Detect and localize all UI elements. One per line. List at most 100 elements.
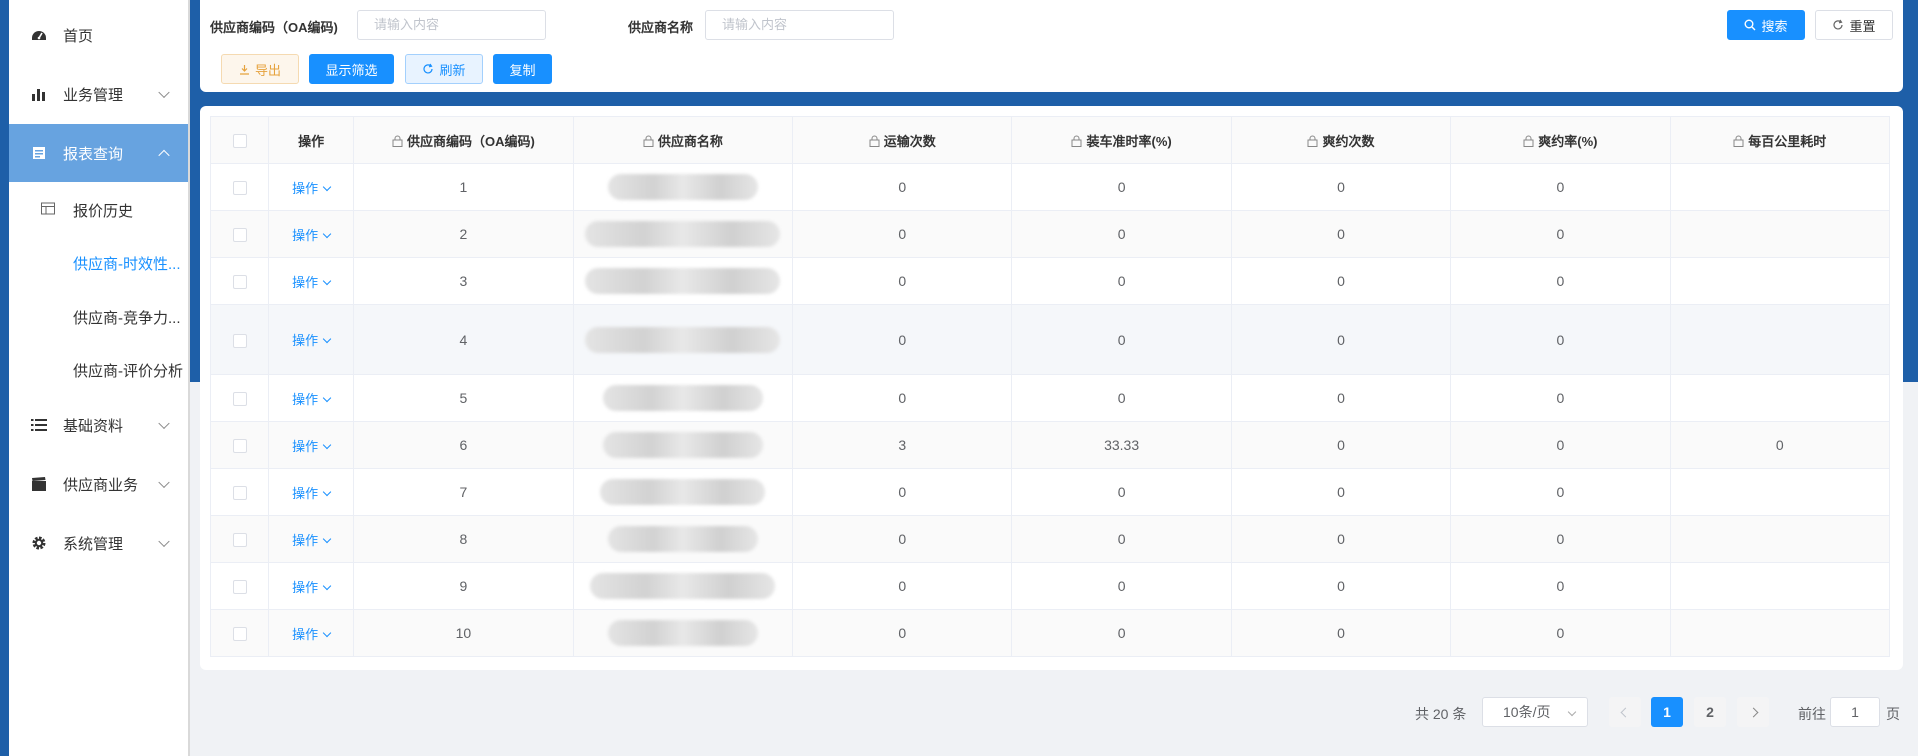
col-header-noshow-rate[interactable]: 爽约率(%) <box>1450 116 1671 164</box>
row-checkbox[interactable] <box>232 439 247 454</box>
cell-name <box>572 257 794 305</box>
row-select-cell <box>209 210 270 258</box>
page-2-button[interactable]: 2 <box>1694 697 1726 727</box>
sub-item-competitiveness[interactable]: 供应商-竞争力... <box>9 290 188 344</box>
search-button[interactable]: 搜索 <box>1727 10 1805 40</box>
lock-icon <box>869 135 880 147</box>
row-actions-label: 操作 <box>292 485 319 501</box>
row-actions-dropdown[interactable]: 操作 <box>292 333 332 348</box>
cell-time-per-100km <box>1669 163 1891 211</box>
row-actions-dropdown[interactable]: 操作 <box>292 533 332 548</box>
row-checkbox[interactable] <box>232 392 247 407</box>
row-checkbox[interactable] <box>232 533 247 548</box>
redacted-name <box>602 385 763 411</box>
search-icon <box>1744 19 1756 31</box>
row-actions-dropdown[interactable]: 操作 <box>292 181 332 196</box>
nav-home-label: 首页 <box>63 27 94 45</box>
row-checkbox[interactable] <box>232 228 247 243</box>
cell-trips: 0 <box>792 163 1013 211</box>
chevron-down-icon <box>322 393 332 402</box>
row-actions-dropdown[interactable]: 操作 <box>292 228 332 243</box>
cell-ontime-rate: 0 <box>1011 374 1232 422</box>
export-button[interactable]: 导出 <box>221 54 299 84</box>
col-header-trips[interactable]: 运输次数 <box>792 116 1013 164</box>
download-icon <box>239 64 249 75</box>
col-header-ontime[interactable]: 装车准时率(%) <box>1011 116 1232 164</box>
copy-button-label: 复制 <box>509 62 536 78</box>
page-1-button[interactable]: 1 <box>1651 697 1683 727</box>
row-select-cell <box>209 374 270 422</box>
nav-reports[interactable]: 报表查询 <box>9 124 188 182</box>
col-header-label: 爽约率(%) <box>1538 133 1598 149</box>
next-page-button[interactable] <box>1737 697 1769 727</box>
cell-name <box>572 421 794 469</box>
table-row: 操作 4 0 0 0 0 <box>209 304 1891 375</box>
nav-system[interactable]: 系统管理 <box>9 514 188 572</box>
sub-item-quote-history[interactable]: 报价历史 <box>9 183 188 237</box>
copy-button[interactable]: 复制 <box>493 54 552 84</box>
table-row: 操作 3 0 0 0 0 <box>209 257 1891 305</box>
row-actions-label: 操作 <box>292 333 319 348</box>
row-actions-cell: 操作 <box>268 421 355 469</box>
sub-item-label: 供应商-评价分析 <box>73 362 183 380</box>
sub-item-label: 报价历史 <box>73 202 134 220</box>
row-checkbox[interactable] <box>232 333 247 348</box>
cell-noshow-rate: 0 <box>1450 257 1671 305</box>
page-size-select[interactable]: 10条/页 <box>1482 697 1588 727</box>
row-checkbox[interactable] <box>232 181 247 196</box>
col-header-noshow[interactable]: 爽约次数 <box>1230 116 1452 164</box>
reset-button[interactable]: 重置 <box>1815 10 1893 40</box>
cell-trips: 0 <box>792 609 1013 657</box>
row-actions-dropdown[interactable]: 操作 <box>292 485 332 501</box>
select-all-checkbox[interactable] <box>232 133 247 148</box>
col-header-name[interactable]: 供应商名称 <box>572 116 794 164</box>
refresh-button[interactable]: 刷新 <box>405 54 483 84</box>
sub-item-timeliness[interactable]: 供应商-时效性... <box>9 236 188 290</box>
cell-trips: 0 <box>792 468 1013 516</box>
row-actions-dropdown[interactable]: 操作 <box>292 392 332 407</box>
redacted-name <box>600 479 766 505</box>
row-actions-cell: 操作 <box>268 163 355 211</box>
row-select-cell <box>209 257 270 305</box>
supplier-name-input[interactable]: 请输入内容 <box>705 10 894 40</box>
cell-name <box>572 163 794 211</box>
list-icon <box>29 415 49 435</box>
table-header-row: 操作 供应商编码（OA编码) 供应商名称 运输次数 装车准时率(%) 爽约次数 … <box>209 116 1891 164</box>
row-checkbox[interactable] <box>232 486 247 501</box>
nav-business[interactable]: 业务管理 <box>9 65 188 123</box>
row-checkbox[interactable] <box>232 275 247 290</box>
row-actions-cell: 操作 <box>268 562 355 610</box>
row-select-cell <box>209 304 270 375</box>
cell-code: 4 <box>353 304 574 375</box>
cell-noshow: 0 <box>1230 304 1452 375</box>
col-header-time-per-100km[interactable]: 每百公里耗时 <box>1669 116 1891 164</box>
cell-code: 5 <box>353 374 574 422</box>
supplier-code-input[interactable]: 请输入内容 <box>357 10 546 40</box>
row-actions-dropdown[interactable]: 操作 <box>292 580 332 595</box>
table-icon <box>41 202 55 219</box>
refresh-icon <box>1833 19 1844 30</box>
row-actions-label: 操作 <box>292 438 319 454</box>
goto-page-input[interactable]: 1 <box>1830 697 1880 727</box>
row-select-cell <box>209 421 270 469</box>
nav-home[interactable]: 首页 <box>9 6 188 64</box>
col-header-code[interactable]: 供应商编码（OA编码) <box>353 116 574 164</box>
clapper-icon <box>29 474 49 494</box>
nav-basic-data[interactable]: 基础资料 <box>9 396 188 454</box>
refresh-icon <box>423 63 434 74</box>
row-checkbox[interactable] <box>232 580 247 595</box>
row-actions-dropdown[interactable]: 操作 <box>292 627 332 642</box>
nav-supplier-business[interactable]: 供应商业务 <box>9 455 188 513</box>
supplier-code-label: 供应商编码（OA编码) <box>210 20 338 35</box>
cell-noshow: 0 <box>1230 163 1452 211</box>
prev-page-button[interactable] <box>1609 697 1641 727</box>
sub-item-evaluation[interactable]: 供应商-评价分析 <box>9 343 188 397</box>
nav-business-label: 业务管理 <box>63 86 124 104</box>
row-actions-dropdown[interactable]: 操作 <box>292 275 332 290</box>
row-actions-dropdown[interactable]: 操作 <box>292 438 332 454</box>
row-actions-cell: 操作 <box>268 257 355 305</box>
show-filter-button[interactable]: 显示筛选 <box>309 54 394 84</box>
row-checkbox[interactable] <box>232 627 247 642</box>
lock-icon <box>1307 135 1318 147</box>
lock-icon <box>1733 135 1744 147</box>
